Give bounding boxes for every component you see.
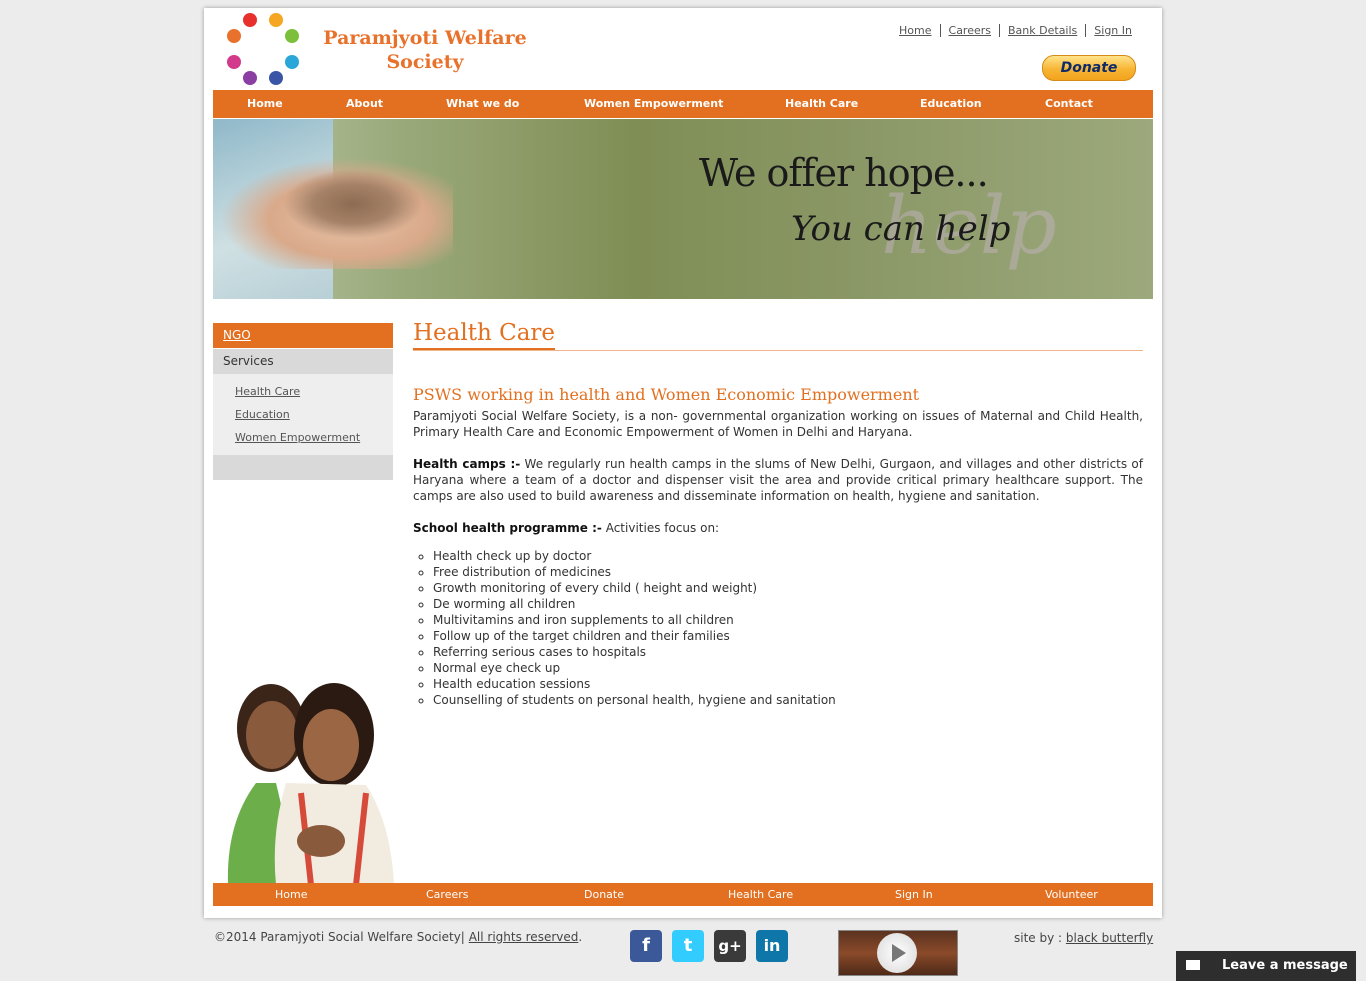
footer-nav-volunteer[interactable]: Volunteer: [1045, 883, 1098, 906]
sidebar-heading-ngo[interactable]: NGO: [213, 323, 393, 348]
footer-nav-donate[interactable]: Donate: [584, 883, 624, 906]
main-nav: Home About What we do Women Empowerment …: [213, 90, 1153, 118]
footer-nav-home[interactable]: Home: [275, 883, 307, 906]
google-plus-icon[interactable]: g+: [714, 930, 746, 962]
donate-button[interactable]: Donate: [1042, 55, 1136, 81]
nav-health-care[interactable]: Health Care: [785, 90, 858, 118]
top-link-bank-details[interactable]: Bank Details: [1000, 24, 1087, 37]
school-health-label: School health programme :-: [413, 521, 602, 535]
nav-what-we-do[interactable]: What we do: [446, 90, 519, 118]
logo-emblem-icon: [227, 13, 299, 85]
list-item: Counselling of students on personal heal…: [433, 692, 1143, 708]
top-link-home[interactable]: Home: [891, 24, 941, 37]
play-icon[interactable]: [877, 933, 917, 973]
nav-education[interactable]: Education: [920, 90, 982, 118]
banner-line1: We offer hope...: [699, 151, 989, 195]
footer-nav-health-care[interactable]: Health Care: [728, 883, 793, 906]
list-item: Free distribution of medicines: [433, 564, 1143, 580]
footer-nav-sign-in[interactable]: Sign In: [895, 883, 933, 906]
title-divider: [413, 350, 1143, 351]
nav-women-empowerment[interactable]: Women Empowerment: [584, 90, 723, 118]
copyright-text: ©2014 Paramjyoti Social Welfare Society|: [214, 930, 465, 944]
facebook-icon[interactable]: f: [630, 930, 662, 962]
intro-paragraph: Paramjyoti Social Welfare Society, is a …: [413, 409, 1143, 439]
list-item: Normal eye check up: [433, 660, 1143, 676]
health-camps-paragraph: Health camps :- We regularly run health …: [413, 456, 1143, 504]
list-item: Growth monitoring of every child ( heigh…: [433, 580, 1143, 596]
site-credit: site by : black butterfly: [1014, 931, 1153, 945]
linkedin-icon[interactable]: in: [756, 930, 788, 962]
rights-link[interactable]: All rights reserved: [469, 930, 579, 944]
children-photo: [227, 683, 394, 885]
nav-contact[interactable]: Contact: [1045, 90, 1093, 118]
logo-line1: Paramjyoti Welfare: [323, 27, 527, 49]
sidebar-item-women-empowerment[interactable]: Women Empowerment: [235, 426, 393, 449]
page-title: Health Care: [413, 320, 556, 350]
footer-nav: Home Careers Donate Health Care Sign In …: [213, 883, 1153, 906]
list-item: Referring serious cases to hospitals: [433, 644, 1143, 660]
sidebar-footer-bar: [213, 455, 393, 480]
copyright: ©2014 Paramjyoti Social Welfare Society|…: [214, 930, 582, 944]
top-link-careers[interactable]: Careers: [940, 24, 1001, 37]
activities-list: Health check up by doctor Free distribut…: [413, 548, 1143, 708]
page-container: Paramjyoti Welfare Society Home Careers Ba…: [204, 8, 1162, 918]
main-content: Health Care PSWS working in health and W…: [413, 320, 1143, 708]
health-camps-text: We regularly run health camps in the slu…: [413, 457, 1143, 503]
credit-link[interactable]: black butterfly: [1066, 931, 1153, 945]
sidebar: NGO Services Health Care Education Women…: [213, 323, 393, 480]
top-links: Home Careers Bank Details Sign In: [891, 24, 1132, 37]
list-item: Multivitamins and iron supplements to al…: [433, 612, 1143, 628]
sidebar-item-education[interactable]: Education: [235, 403, 393, 426]
site-logo[interactable]: Paramjyoti Welfare Society: [226, 12, 546, 86]
leave-message-widget[interactable]: Leave a message: [1176, 951, 1356, 981]
logo-text: Paramjyoti Welfare Society: [310, 26, 540, 74]
sidebar-section-services: Services: [213, 349, 393, 374]
banner-coins-image: [283, 169, 423, 239]
top-link-sign-in[interactable]: Sign In: [1086, 24, 1132, 37]
envelope-icon: [1186, 960, 1200, 970]
list-item: De worming all children: [433, 596, 1143, 612]
health-camps-label: Health camps :-: [413, 457, 521, 471]
school-health-text: Activities focus on:: [601, 521, 720, 535]
list-item: Follow up of the target children and the…: [433, 628, 1143, 644]
footer-nav-careers[interactable]: Careers: [426, 883, 469, 906]
list-item: Health check up by doctor: [433, 548, 1143, 564]
section-subtitle: PSWS working in health and Women Economi…: [413, 385, 920, 404]
nav-home[interactable]: Home: [247, 90, 283, 118]
twitter-icon[interactable]: t: [672, 930, 704, 962]
banner-line2: You can help: [791, 209, 1011, 249]
site-by-label: site by :: [1014, 931, 1063, 945]
logo-line2: Society: [386, 51, 464, 73]
copyright-period: .: [578, 930, 583, 944]
video-player[interactable]: [838, 930, 958, 976]
sidebar-item-health-care[interactable]: Health Care: [235, 380, 393, 403]
school-health-paragraph: School health programme :- Activities fo…: [413, 520, 1143, 536]
leave-message-label: Leave a message: [1222, 958, 1348, 973]
hero-banner: help We offer hope... You can help: [213, 119, 1153, 299]
sidebar-list: Health Care Education Women Empowerment: [213, 374, 393, 455]
list-item: Health education sessions: [433, 676, 1143, 692]
nav-about[interactable]: About: [346, 90, 383, 118]
